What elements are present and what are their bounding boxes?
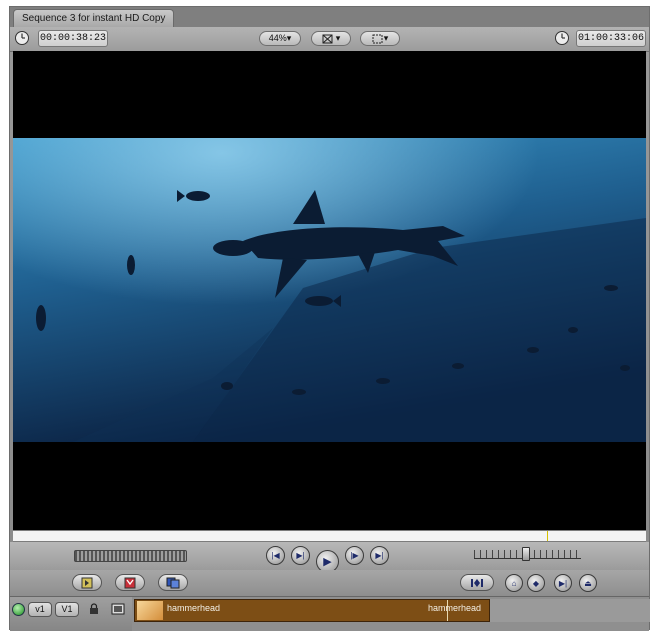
chevron-down-icon: ▾	[335, 33, 341, 43]
jog-knob[interactable]	[522, 547, 530, 561]
clock-icon	[15, 31, 29, 45]
add-marker-button[interactable]: ◆	[527, 574, 545, 592]
match-frame-button[interactable]	[460, 574, 494, 591]
chevron-down-icon: ▾	[286, 33, 292, 43]
overlay-view-icon	[322, 34, 333, 44]
play-in-to-out-button[interactable]: ▶|	[291, 546, 310, 565]
marker-icon: ◆	[532, 578, 540, 588]
mark-out-button[interactable]: ⏏	[579, 574, 597, 592]
clock-icon	[555, 31, 569, 45]
track-header: v1 V1	[10, 597, 132, 631]
auto-select-icon[interactable]	[111, 603, 125, 615]
add-keyframe-button[interactable]: ⌂	[505, 574, 523, 592]
clip-thumbnail	[137, 601, 163, 620]
mark-clip-icon: ▶|	[558, 578, 568, 588]
shuttle-control[interactable]	[74, 550, 187, 562]
previous-edit-icon: |◀	[271, 551, 280, 560]
empty-track-area	[490, 599, 650, 622]
mark-out-icon: ⏏	[584, 578, 592, 588]
play-around-icon: |▶	[350, 551, 359, 560]
zoom-popup[interactable]: 44%▾	[259, 31, 301, 46]
zoom-value: 44%	[268, 33, 287, 43]
display-popup[interactable]: ▾	[360, 31, 400, 46]
replace-icon	[166, 577, 180, 588]
play-around-button[interactable]: |▶	[345, 546, 364, 565]
edit-button-bar: ⌂ ◆ ▶| ⏏	[10, 570, 649, 596]
play-icon: ▶	[323, 556, 332, 568]
mark-clip-button[interactable]: ▶|	[554, 574, 572, 592]
timeline-track-v1: v1 V1 hammerhead hammerhead	[10, 596, 650, 631]
next-edit-icon: ▶|	[375, 551, 384, 560]
play-in-out-icon: ▶|	[296, 551, 305, 560]
fit-display-icon	[372, 34, 383, 44]
clip-label: hammerhead	[428, 603, 482, 613]
current-timecode-field[interactable]: 00:00:38:23	[38, 30, 108, 47]
insert-icon	[81, 577, 93, 588]
video-frame-hammerhead	[13, 138, 646, 442]
source-track-control[interactable]: v1	[28, 602, 52, 617]
timeline-clip[interactable]: hammerhead hammerhead	[134, 599, 490, 622]
match-frame-icon	[471, 578, 483, 587]
jog-control[interactable]	[474, 547, 581, 561]
tab-strip: Sequence 3 for instant HD Copy	[10, 7, 649, 27]
duration-timecode-field[interactable]: 01:00:33:06	[576, 30, 646, 47]
insert-edit-button[interactable]	[72, 574, 102, 591]
video-viewport[interactable]	[13, 51, 646, 530]
house-icon: ⌂	[511, 578, 517, 588]
track-enable-toggle[interactable]	[12, 603, 25, 616]
canvas-window: Sequence 3 for instant HD Copy 00:00:38:…	[9, 6, 650, 631]
previous-edit-button[interactable]: |◀	[266, 546, 285, 565]
transport-controls: |◀ ▶| ▶ |▶ ▶|	[10, 542, 649, 573]
clip-label: hammerhead	[167, 603, 221, 613]
overwrite-icon	[124, 577, 136, 588]
overwrite-edit-button[interactable]	[115, 574, 145, 591]
scrubber-bar[interactable]	[13, 530, 646, 542]
next-edit-button[interactable]: ▶|	[370, 546, 389, 565]
canvas-top-bar: 00:00:38:23 44%▾ ▾ ▾ 01:00:33:06	[10, 27, 649, 52]
tab-sequence[interactable]: Sequence 3 for instant HD Copy	[13, 9, 175, 27]
lock-icon[interactable]	[89, 603, 99, 615]
chevron-down-icon: ▾	[383, 33, 389, 43]
replace-edit-button[interactable]	[158, 574, 188, 591]
playhead[interactable]	[547, 531, 548, 541]
view-popup[interactable]: ▾	[311, 31, 351, 46]
destination-track-control[interactable]: V1	[55, 602, 79, 617]
